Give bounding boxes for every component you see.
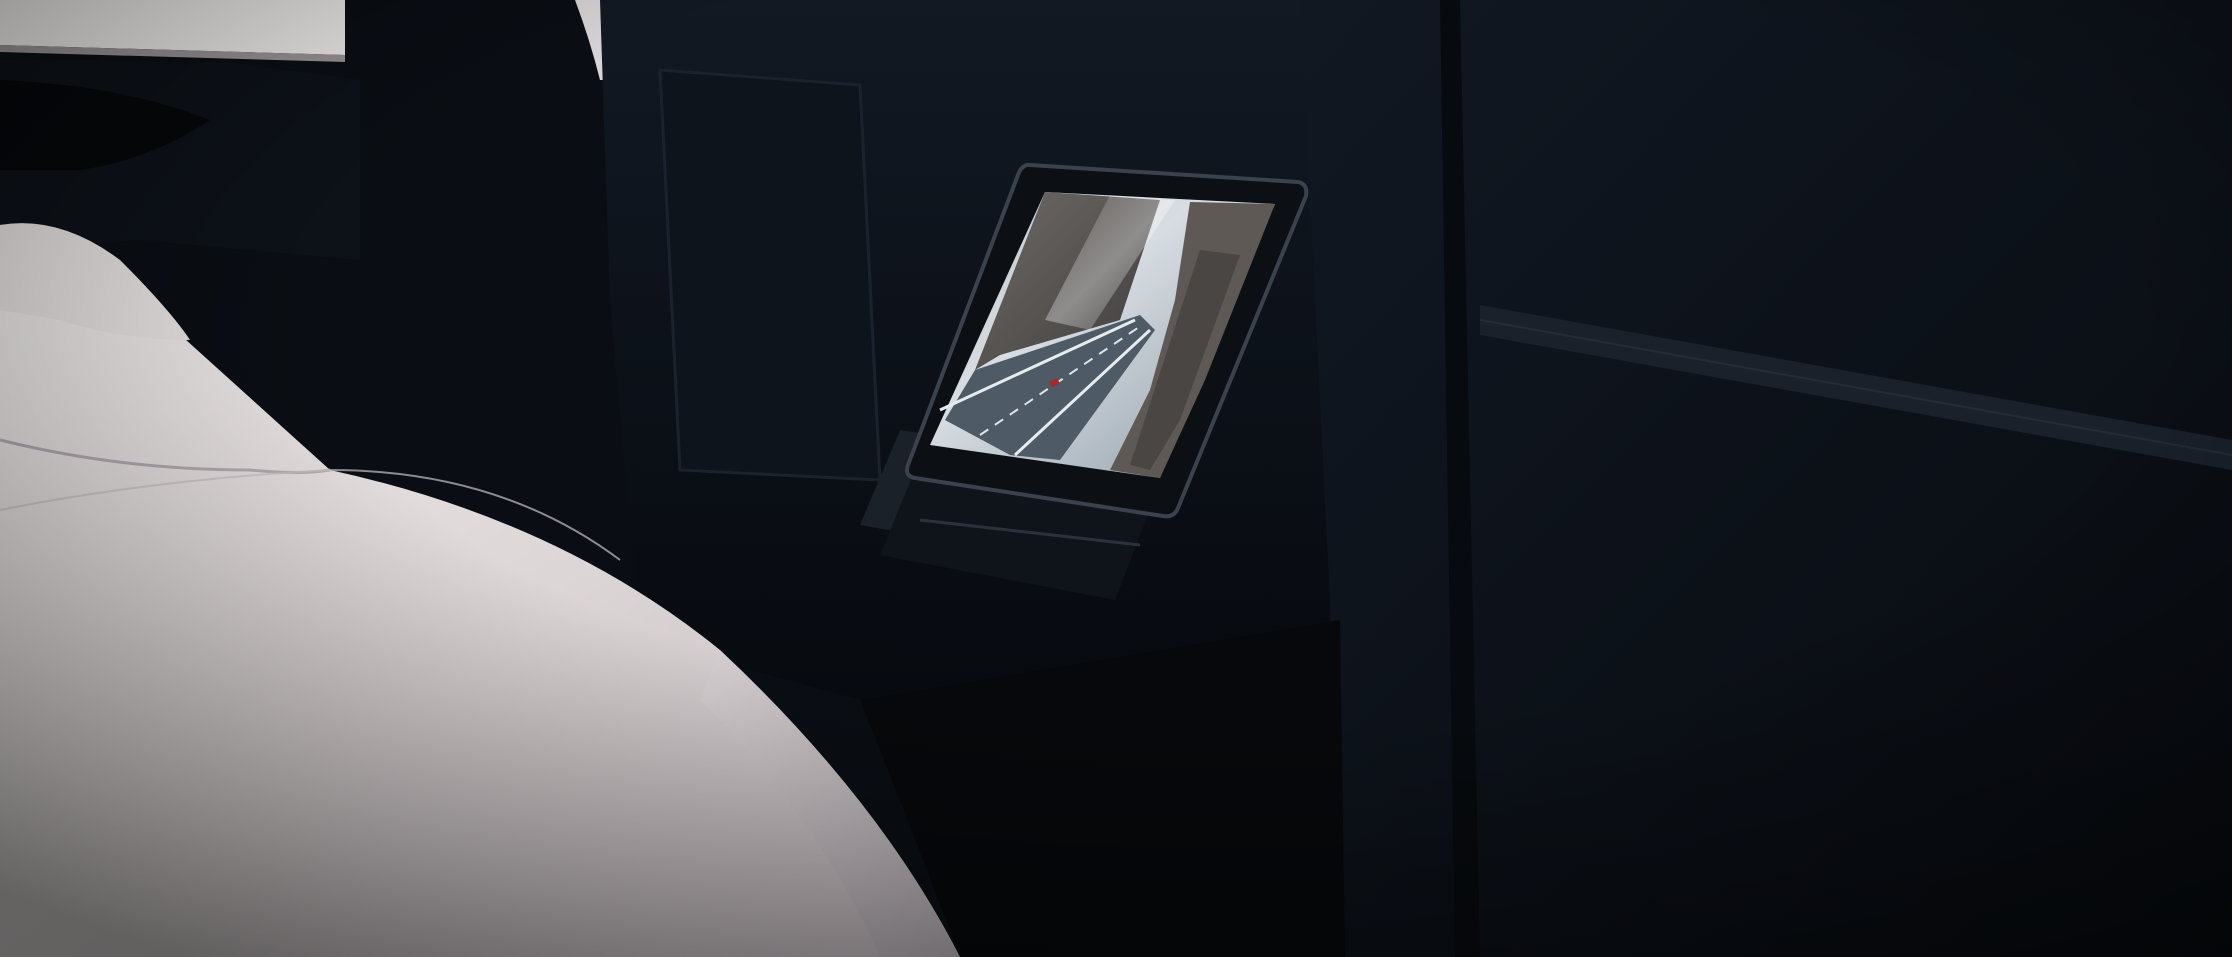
car-rear-cabin-scene [0,0,2232,957]
cabin-illustration [0,0,2232,957]
